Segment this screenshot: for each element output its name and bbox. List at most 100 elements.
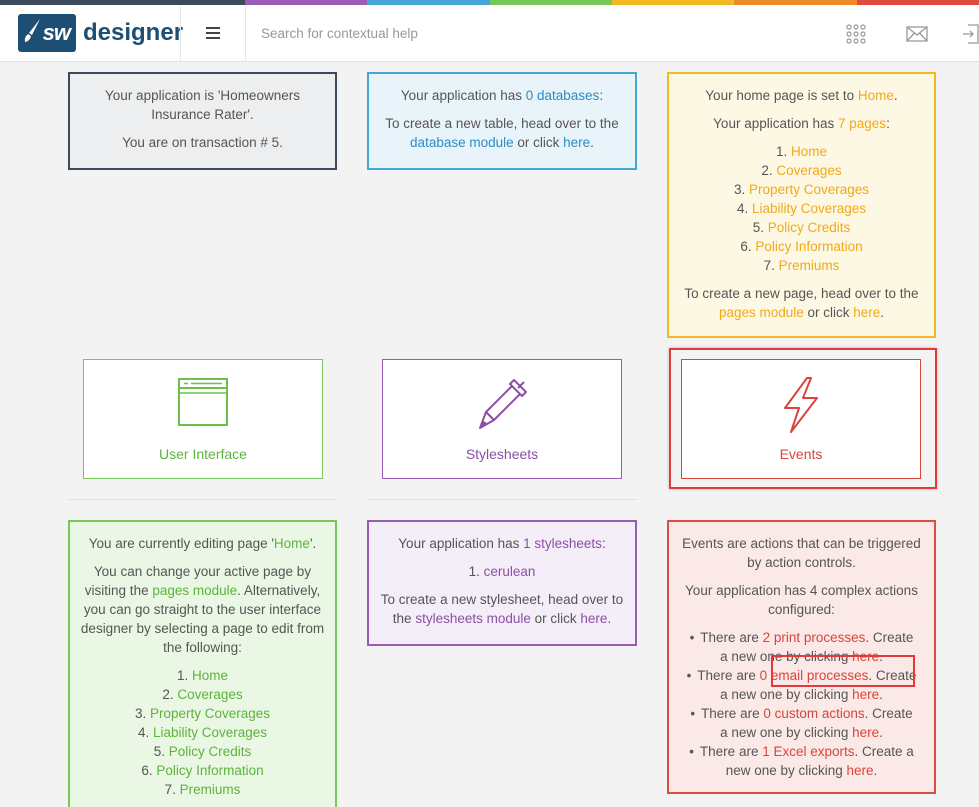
text: or click [530,611,581,626]
page-link[interactable]: Coverages [177,687,242,702]
page-link[interactable]: Policy Information [156,763,263,778]
list-item: 6. Policy Information [141,763,264,778]
email-processes-highlight [771,655,915,687]
stylesheets-list: 1. cerulean [379,562,625,581]
page-link[interactable]: Policy Credits [768,220,851,235]
text: Your application has [398,536,524,551]
database-module-link[interactable]: database module [410,135,514,150]
text: To create a new table, head over to the [385,116,619,131]
pages-module-link[interactable]: pages module [152,583,237,598]
page-link[interactable]: Premiums [180,782,241,797]
editing-page-help: You can change your active page by visit… [80,562,325,657]
page-link[interactable]: Policy Information [755,239,862,254]
page-link[interactable]: Property Coverages [749,182,869,197]
event-process-list: There are 2 print processes. Create a ne… [677,628,926,780]
menu-icon[interactable] [206,27,220,39]
logo-mark-text: sw [42,20,71,45]
stylesheets-here-link[interactable]: here [580,611,607,626]
text: To create a new page, head over to the [684,286,919,301]
mail-icon[interactable] [906,26,928,42]
logo-text: designer [83,19,184,46]
window-icon [178,378,228,426]
excel-exports-link[interactable]: 1 Excel exports [762,744,854,759]
custom-actions-link[interactable]: 0 custom actions [763,706,864,721]
list-item: 1. Home [176,668,229,683]
list-item: There are 1 Excel exports. Create a new … [677,742,926,780]
text: . [879,725,883,740]
text: . [879,687,883,702]
events-intro: Events are actions that can be triggered… [682,536,921,570]
list-item: 5. Policy Credits [153,744,252,759]
list-item: There are 0 custom actions. Create a new… [677,704,926,742]
page-link[interactable]: Premiums [779,258,840,273]
database-here-link[interactable]: here [563,135,590,150]
list-item: 4. Liability Coverages [137,725,268,740]
text: . [893,88,898,103]
databases-panel: Your application has 0 databases: To cre… [367,72,637,170]
complex-actions-line: Your application has 4 complex actions c… [685,583,918,617]
text: Your application has [713,116,839,131]
page-link[interactable]: Home [192,668,228,683]
list-item: 1. Home [775,144,828,159]
top-bar: sw designer [0,5,979,62]
text: Your home page is set to [705,88,858,103]
pages-cta: To create a new page, head over to the p… [679,284,924,322]
divider [68,499,337,500]
stylesheets-module-link[interactable]: stylesheets module [415,611,531,626]
page-link[interactable]: Liability Coverages [752,201,866,216]
pen-brush-icon [479,379,527,429]
text: : [886,116,890,131]
list-item: 2. Coverages [162,687,243,702]
text: There are [701,706,764,721]
pages-module-link[interactable]: pages module [719,305,804,320]
events-highlight [669,348,937,489]
logout-icon[interactable] [962,24,979,44]
editing-page-link[interactable]: Home [274,536,310,551]
apps-grid-icon[interactable] [846,24,866,44]
text: : [599,88,604,103]
list-item: 3. Property Coverages [733,182,870,197]
create-custom-here-link[interactable]: here [852,725,879,740]
stylesheet-link[interactable]: cerulean [484,564,536,579]
text: '. [309,536,317,551]
editing-page-line: You are currently editing page 'Home'. [80,534,325,553]
stylesheets-count-link[interactable]: 1 stylesheets [523,536,602,551]
list-item: 4. Liability Coverages [736,201,867,216]
editable-pages-list: 1. Home 2. Coverages 3. Property Coverag… [80,666,325,799]
databases-count-link[interactable]: 0 databases [526,88,600,103]
stylesheets-cta: To create a new stylesheet, head over to… [379,590,625,628]
logo[interactable]: sw designer [18,14,183,52]
logo-mark: sw [18,14,76,52]
text: There are [700,630,763,645]
text: There are [697,668,760,683]
brush-icon [24,19,40,42]
home-page-link[interactable]: Home [858,88,894,103]
divider [367,499,637,500]
pages-here-link[interactable]: here [853,305,880,320]
text: You are currently editing page ' [88,536,274,551]
print-processes-link[interactable]: 2 print processes [763,630,866,645]
text: . [880,305,885,320]
pages-count-link[interactable]: 7 pages [838,116,886,131]
page-link[interactable]: Coverages [776,163,841,178]
pages-list: 1. Home 2. Coverages 3. Property Coverag… [679,142,924,275]
stylesheets-label: Stylesheets [465,446,539,462]
stylesheets-tile[interactable]: Stylesheets [382,359,622,479]
list-item: 1. cerulean [468,564,536,579]
page-link[interactable]: Home [791,144,827,159]
page-link[interactable]: Policy Credits [169,744,252,759]
text: : [601,536,606,551]
list-item: 7. Premiums [164,782,241,797]
text: or click [803,305,854,320]
search-input[interactable] [261,5,821,62]
databases-cta: To create a new table, head over to the … [379,114,625,152]
create-excel-here-link[interactable]: here [847,763,874,778]
pages-count-line: Your application has 7 pages: [679,114,924,133]
user-interface-tile[interactable]: User Interface [83,359,323,479]
page-link[interactable]: Property Coverages [150,706,270,721]
text: . [873,763,878,778]
pages-panel: Your home page is set to Home. Your appl… [667,72,936,338]
page-link[interactable]: Liability Coverages [153,725,267,740]
create-email-here-link[interactable]: here [852,687,879,702]
text: Your application has [400,88,526,103]
